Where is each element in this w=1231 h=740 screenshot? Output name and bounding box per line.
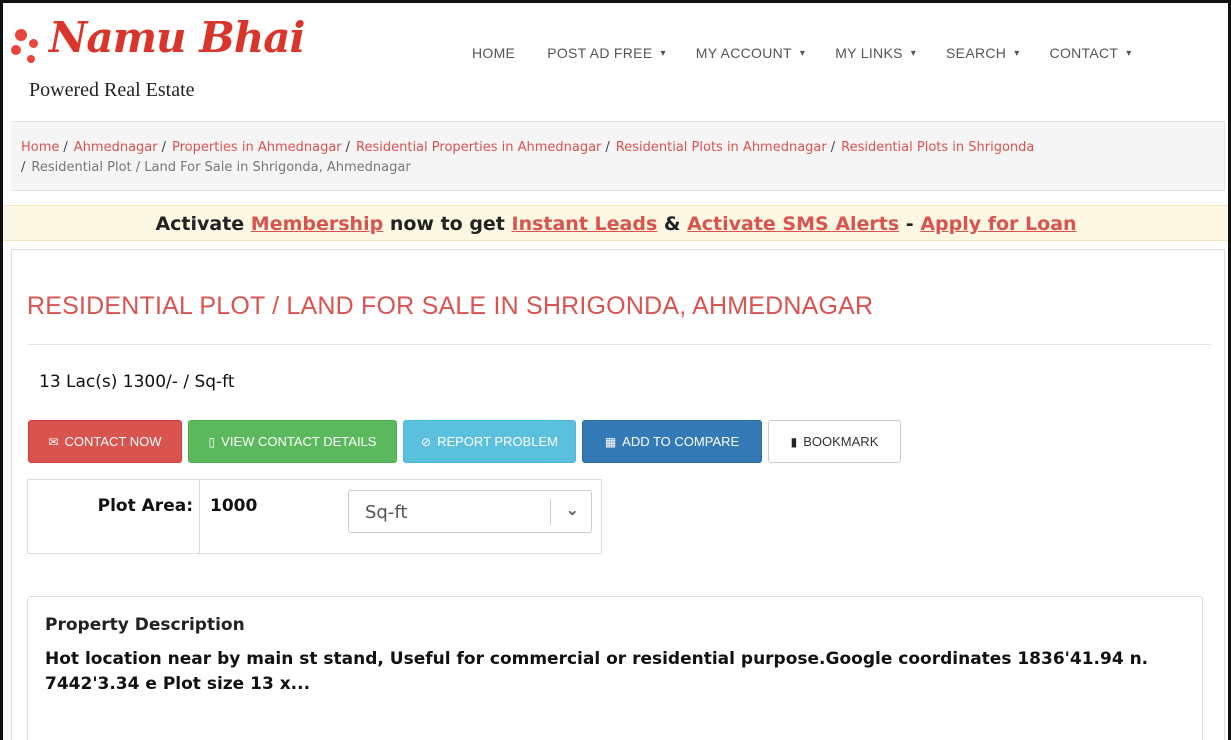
plot-area-value: 1000 — [210, 496, 258, 516]
membership-alert: Activate Membership now to get Instant L… — [3, 205, 1228, 241]
page-frame: Namu Bhai Powered Real Estate HOME POST … — [0, 0, 1231, 740]
chevron-down-icon: ▾ — [1014, 47, 1020, 59]
nav-search[interactable]: SEARCH ▾ — [946, 43, 1019, 63]
logo-mark-icon — [11, 25, 45, 67]
site-header: Namu Bhai Powered Real Estate HOME POST … — [3, 3, 1228, 121]
area-unit-value: Sq-ft — [365, 502, 408, 523]
add-to-compare-button[interactable]: ▦ ADD TO COMPARE — [582, 420, 762, 463]
logo-wordmark: Namu Bhai — [49, 13, 305, 62]
sms-alerts-link[interactable]: Activate SMS Alerts — [687, 213, 899, 235]
membership-link[interactable]: Membership — [251, 213, 383, 235]
envelope-icon: ✉ — [48, 434, 59, 449]
instant-leads-link[interactable]: Instant Leads — [512, 213, 658, 235]
description-text: Hot location near by main st stand, Usef… — [45, 649, 1149, 694]
listing-price: 13 Lac(s) 1300/- / Sq-ft — [39, 372, 235, 392]
site-logo[interactable]: Namu Bhai Powered Real Estate — [11, 13, 311, 109]
nav-my-account[interactable]: MY ACCOUNT ▾ — [696, 43, 805, 63]
chevron-down-icon: ▾ — [1126, 47, 1132, 59]
area-unit-select[interactable]: Sq-ft ⌄ — [348, 490, 592, 533]
chevron-down-icon: ▾ — [910, 47, 917, 59]
nav-post-ad-free[interactable]: POST AD FREE ▾ — [547, 43, 666, 63]
plot-area-label: Plot Area: — [28, 480, 200, 553]
breadcrumb-residential-properties[interactable]: Residential Properties in Ahmednagar — [356, 140, 601, 155]
chevron-down-icon: ▾ — [799, 47, 806, 59]
ban-icon: ⊘ — [421, 434, 432, 449]
breadcrumb: Home / Ahmednagar / Properties in Ahmednagar… — [11, 121, 1225, 191]
breadcrumb-plots-shrigonda[interactable]: Residential Plots in Shrigonda — [841, 140, 1034, 155]
listing-panel: RESIDENTIAL PLOT / LAND FOR SALE IN SHRI… — [11, 249, 1225, 740]
breadcrumb-residential-plots[interactable]: Residential Plots in Ahmednagar — [616, 140, 827, 155]
breadcrumb-current: Residential Plot / Land For Sale in Shri… — [31, 160, 411, 175]
grid-icon: ▦ — [604, 434, 617, 449]
property-description: Property Description Hot location near b… — [27, 596, 1203, 740]
apply-loan-link[interactable]: Apply for Loan — [920, 213, 1076, 235]
contact-now-button[interactable]: ✉ CONTACT NOW — [28, 420, 182, 463]
report-problem-button[interactable]: ⊘ REPORT PROBLEM — [403, 420, 576, 463]
main-nav: HOME POST AD FREE ▾ MY ACCOUNT ▾ MY LINKS ▾… — [472, 43, 1132, 63]
title-divider — [27, 344, 1211, 345]
view-contact-details-button[interactable]: ▯ VIEW CONTACT DETAILS — [188, 420, 397, 463]
page-title: RESIDENTIAL PLOT / LAND FOR SALE IN SHRI… — [27, 292, 874, 320]
bookmark-button[interactable]: ▮ BOOKMARK — [768, 420, 901, 463]
breadcrumb-ahmednagar[interactable]: Ahmednagar — [74, 140, 158, 155]
breadcrumb-home[interactable]: Home — [21, 140, 59, 155]
nav-home[interactable]: HOME — [472, 43, 515, 63]
nav-my-links[interactable]: MY LINKS ▾ — [835, 43, 916, 63]
action-buttons: ✉ CONTACT NOW ▯ VIEW CONTACT DETAILS ⊘ REPO… — [28, 420, 901, 463]
description-heading: Property Description — [45, 615, 245, 635]
mobile-phone-icon: ▯ — [208, 434, 216, 449]
nav-contact[interactable]: CONTACT ▾ — [1050, 43, 1132, 63]
chevron-down-icon: ⌄ — [565, 500, 579, 519]
plot-area-table: Plot Area: 1000 Sq-ft ⌄ — [27, 479, 602, 554]
breadcrumb-properties[interactable]: Properties in Ahmednagar — [172, 140, 342, 155]
bookmark-icon: ▮ — [790, 434, 798, 449]
chevron-down-icon: ▾ — [660, 47, 666, 59]
logo-tagline: Powered Real Estate — [29, 79, 195, 101]
